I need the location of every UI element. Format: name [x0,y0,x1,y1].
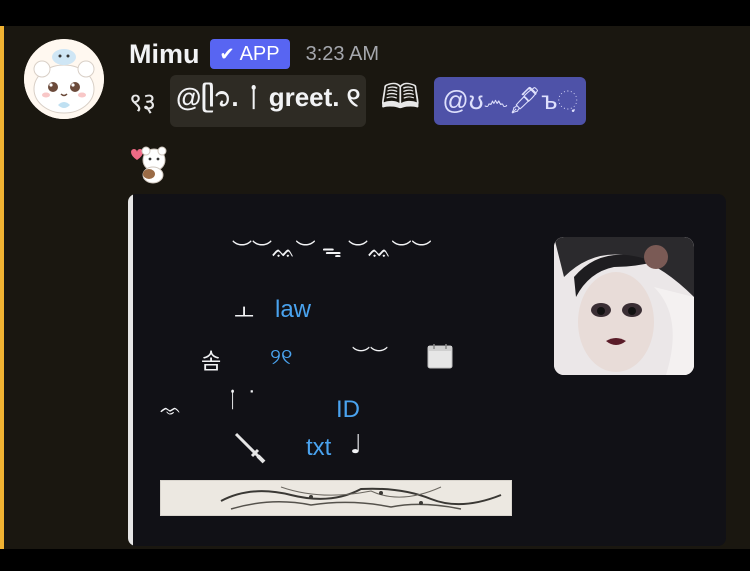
bear-sticker-icon [127,144,169,189]
chat-message[interactable]: Mimu ✔ APP 3:23 AM ९३ @ᥫ᭡. ᛙ greet. ୧ 🕮 … [0,26,750,549]
mention-highlight-bar [0,26,4,549]
calendar-icon [426,342,456,377]
embed-glyph: ᛙ ˙ [226,388,258,413]
embed-accent-bar [128,194,133,546]
app-badge-label: APP [239,42,280,65]
top-bar [0,0,750,26]
embed-glyph: 솜 [201,350,222,375]
embed-divider-small: ︶︶ [352,346,388,367]
embed-thumbnail[interactable] [554,237,694,375]
embed-divider-line: ︶︶ᨐ︶ ᯓ ︶ᨐ︶︶ [232,238,432,262]
lead-glyph: ९३ [129,88,157,118]
app-badge: ✔ APP [209,39,290,69]
bear-avatar-icon [24,39,104,119]
embed-banner-image[interactable] [160,480,512,516]
rich-embed: ︶︶ᨐ︶ ᯓ ︶ᨐ︶︶ ㅗ law 솜 ୨୧ ︶︶ ᨎ ᛙ ˙ ID txt ♩ [128,194,726,546]
inline-code: @ᥫ᭡. ᛙ greet. ୧ [170,75,367,127]
embed-glyph: ㅗ [234,302,255,327]
bottom-bar [0,549,750,571]
message-header: Mimu ✔ APP 3:23 AM [129,34,379,74]
channel-mention[interactable]: @ʊ෴🖋ъ઼ [434,77,587,125]
embed-link-txt[interactable]: txt [306,434,331,462]
music-note-icon: ♩ [350,430,363,460]
embed-link-law[interactable]: law [275,296,311,324]
check-icon: ✔ [219,43,235,64]
username[interactable]: Mimu [129,39,200,70]
timestamp[interactable]: 3:23 AM [306,43,379,66]
dagger-icon [232,430,268,471]
embed-glyph: ᨎ [160,399,182,420]
avatar[interactable] [24,39,104,119]
message-content: ९३ @ᥫ᭡. ᛙ greet. ୧ 🕮 @ʊ෴🖋ъ઼ [129,75,587,127]
book-icon: 🕮 [380,76,421,117]
embed-link-id[interactable]: ID [336,396,360,424]
embed-link-ribbon[interactable]: ୨୧ [270,344,292,370]
